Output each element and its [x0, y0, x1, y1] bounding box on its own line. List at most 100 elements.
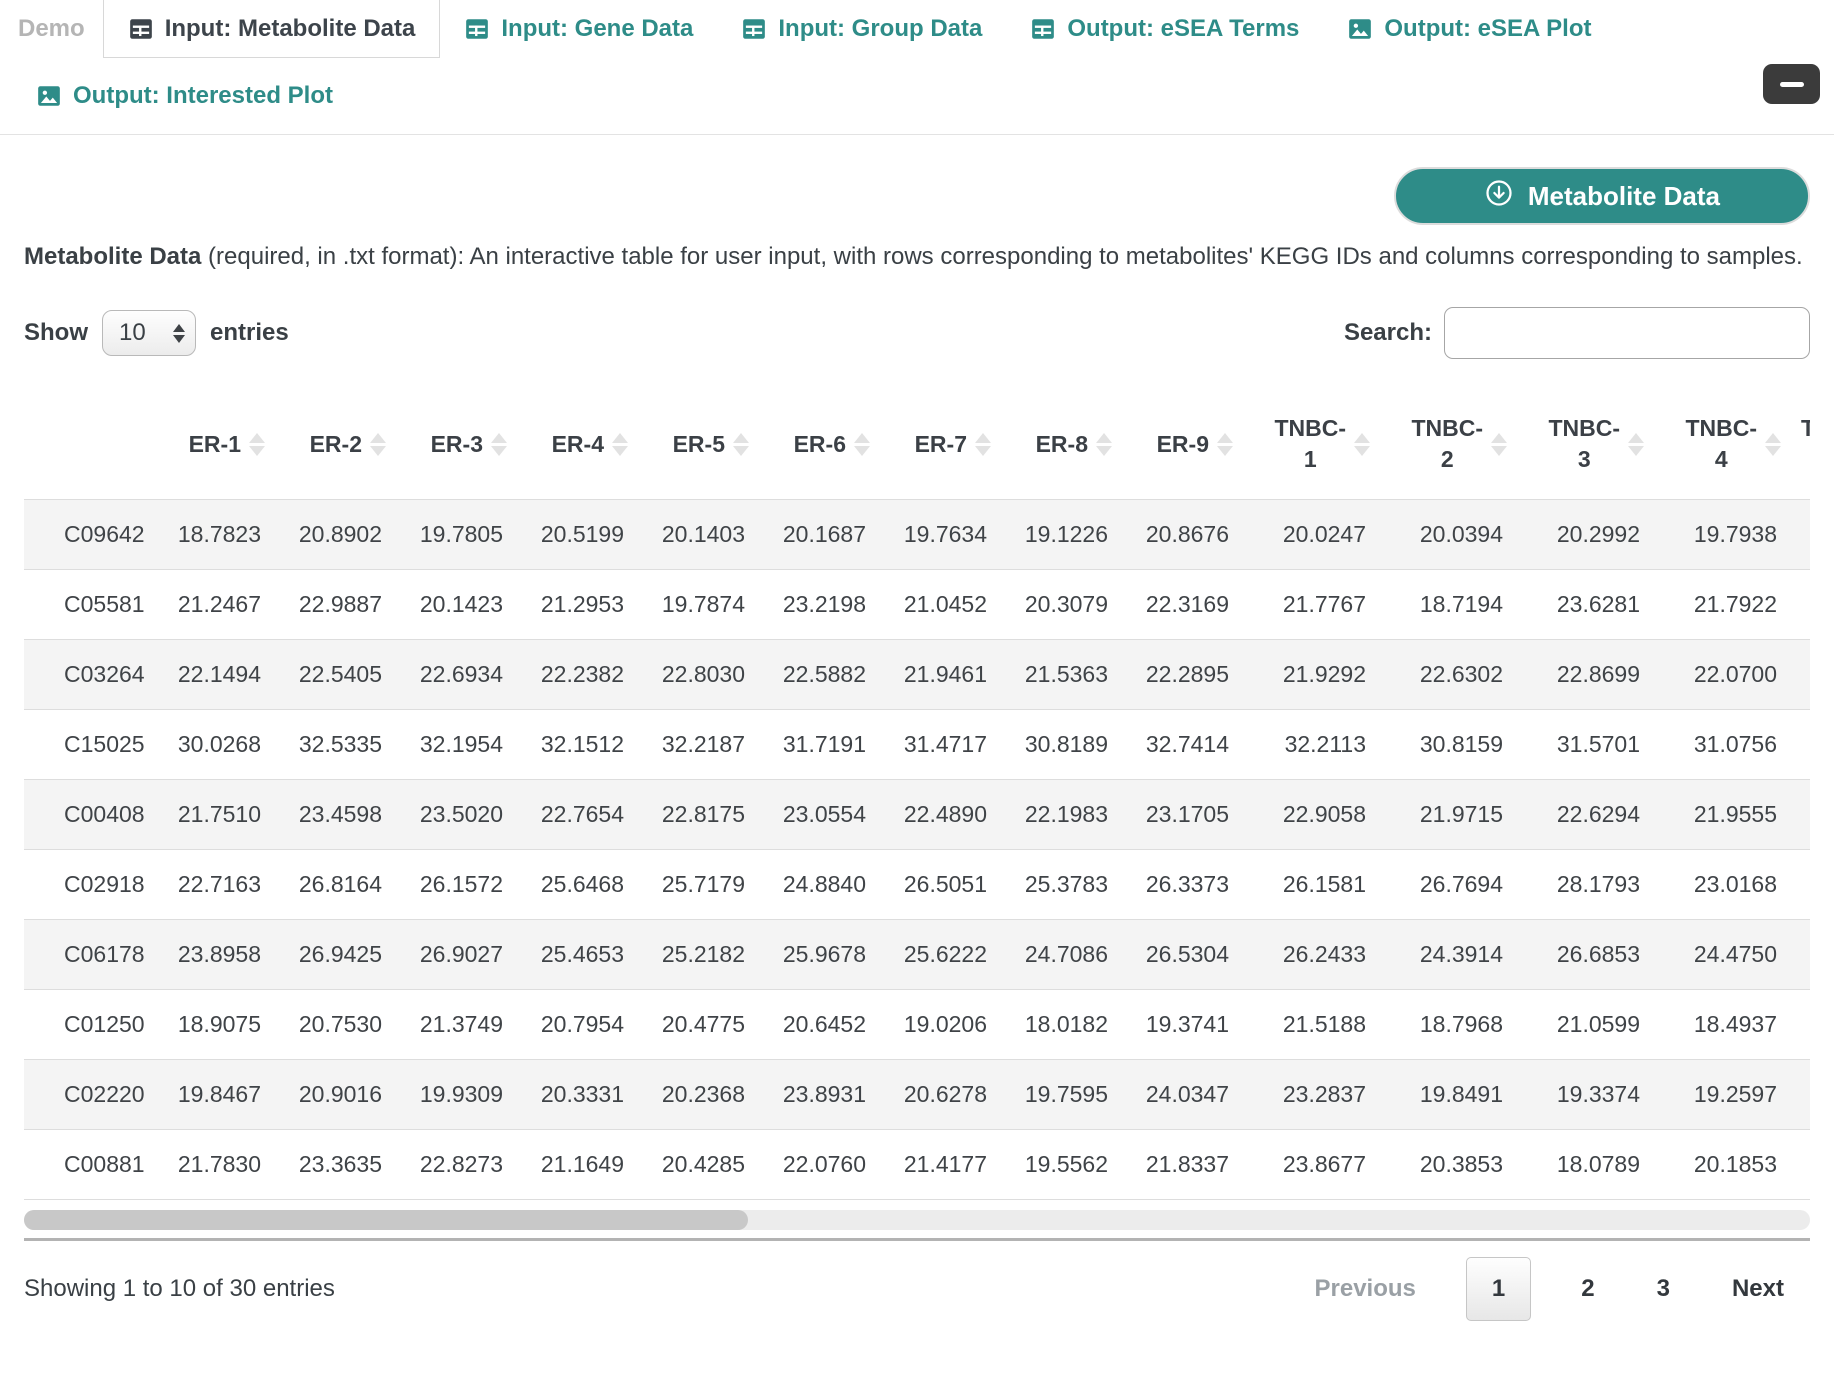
page-3-button[interactable]: 3	[1631, 1257, 1696, 1321]
data-cell: 32.2113	[1243, 710, 1380, 780]
data-cell: 24.0347	[1122, 1060, 1243, 1130]
table-footer: Showing 1 to 10 of 30 entries Previous12…	[24, 1257, 1810, 1321]
column-header-tnbc-2[interactable]: TNBC- 2	[1380, 389, 1517, 500]
column-label: ER-2	[310, 429, 362, 460]
table-icon	[128, 16, 154, 42]
search-input[interactable]	[1444, 307, 1810, 359]
column-header-er-5[interactable]: ER-5	[638, 389, 759, 500]
data-cell: 24.4750	[1654, 920, 1791, 990]
metabolite-data-download-button[interactable]: Metabolite Data	[1394, 167, 1810, 225]
column-header-er-6[interactable]: ER-6	[759, 389, 880, 500]
column-header-er-7[interactable]: ER-7	[880, 389, 1001, 500]
data-cell: 23.4598	[275, 780, 396, 850]
table-row: C0291822.716326.816426.157225.646825.717…	[24, 850, 1810, 920]
data-cell	[1791, 640, 1810, 710]
data-cell	[1791, 570, 1810, 640]
data-cell: 21.7922	[1654, 570, 1791, 640]
column-header-tnbc-1[interactable]: TNBC- 1	[1243, 389, 1380, 500]
data-cell: 26.5304	[1122, 920, 1243, 990]
row-id-cell: C01250	[24, 990, 154, 1060]
data-cell: 25.2182	[638, 920, 759, 990]
data-cell: 19.8491	[1380, 1060, 1517, 1130]
data-cell: 19.1226	[1001, 500, 1122, 570]
page-1-button[interactable]: 1	[1466, 1257, 1531, 1321]
column-label: ER-5	[673, 429, 725, 460]
data-cell: 20.8676	[1122, 500, 1243, 570]
download-circle-icon	[1484, 178, 1514, 215]
page-previous-button[interactable]: Previous	[1289, 1257, 1442, 1321]
data-cell: 21.7767	[1243, 570, 1380, 640]
sort-icon	[491, 433, 507, 456]
data-cell: 32.2187	[638, 710, 759, 780]
data-cell: 20.5199	[517, 500, 638, 570]
tab-demo: Demo	[0, 0, 103, 58]
column-header-er-1[interactable]: ER-1	[154, 389, 275, 500]
select-up-down-arrows-icon	[173, 324, 185, 343]
data-cell: 19.7874	[638, 570, 759, 640]
data-cell: 20.0394	[1380, 500, 1517, 570]
data-cell: 20.9016	[275, 1060, 396, 1130]
image-icon	[36, 83, 62, 109]
row-id-cell: C15025	[24, 710, 154, 780]
data-cell: 22.3169	[1122, 570, 1243, 640]
data-cell: 26.3373	[1122, 850, 1243, 920]
data-cell: 26.9027	[396, 920, 517, 990]
page-next-button[interactable]: Next	[1706, 1257, 1810, 1321]
column-label: TNBC- 1	[1274, 413, 1346, 475]
data-cell	[1791, 990, 1810, 1060]
data-cell: 32.1954	[396, 710, 517, 780]
data-cell	[1791, 920, 1810, 990]
data-cell: 31.4717	[880, 710, 1001, 780]
data-cell: 21.1649	[517, 1130, 638, 1200]
column-header-tnbc-5[interactable]: TNBC- 5	[1791, 389, 1810, 500]
column-header-er-3[interactable]: ER-3	[396, 389, 517, 500]
data-cell: 21.0599	[1517, 990, 1654, 1060]
data-cell	[1791, 500, 1810, 570]
page-size-select[interactable]: 10	[102, 310, 196, 356]
tab-label: Output: Interested Plot	[73, 82, 333, 110]
data-cell: 23.0168	[1654, 850, 1791, 920]
tab-output-interested-plot[interactable]: Output: Interested Plot	[12, 82, 357, 110]
tab-input-metabolite-data[interactable]: Input: Metabolite Data	[103, 0, 441, 58]
tab-input-group-data[interactable]: Input: Group Data	[717, 0, 1006, 58]
scrollbar-thumb[interactable]	[24, 1210, 748, 1230]
page-2-button[interactable]: 2	[1555, 1257, 1620, 1321]
data-cell: 18.0789	[1517, 1130, 1654, 1200]
download-button-label: Metabolite Data	[1528, 181, 1720, 212]
toolbar-row: Metabolite Data	[24, 167, 1810, 225]
data-cell: 18.4937	[1654, 990, 1791, 1060]
data-cell: 23.3635	[275, 1130, 396, 1200]
column-header-tnbc-3[interactable]: TNBC- 3	[1517, 389, 1654, 500]
data-cell: 19.2597	[1654, 1060, 1791, 1130]
tab-input-gene-data[interactable]: Input: Gene Data	[440, 0, 717, 58]
column-header-er-2[interactable]: ER-2	[275, 389, 396, 500]
column-header-er-8[interactable]: ER-8	[1001, 389, 1122, 500]
data-cell: 21.9292	[1243, 640, 1380, 710]
data-cell: 20.3853	[1380, 1130, 1517, 1200]
row-id-cell: C09642	[24, 500, 154, 570]
column-header-tnbc-4[interactable]: TNBC- 4	[1654, 389, 1791, 500]
data-cell: 20.4285	[638, 1130, 759, 1200]
data-cell: 22.0700	[1654, 640, 1791, 710]
table-row: C0558121.246722.988720.142321.295319.787…	[24, 570, 1810, 640]
table-icon	[1030, 16, 1056, 42]
tab-output-esea-terms[interactable]: Output: eSEA Terms	[1006, 0, 1323, 58]
data-cell: 22.6934	[396, 640, 517, 710]
data-cell: 23.2198	[759, 570, 880, 640]
column-header-er-9[interactable]: ER-9	[1122, 389, 1243, 500]
data-cell: 25.4653	[517, 920, 638, 990]
sort-icon	[854, 433, 870, 456]
horizontal-scrollbar[interactable]	[24, 1210, 1810, 1230]
tab-output-esea-plot[interactable]: Output: eSEA Plot	[1323, 0, 1615, 58]
column-header-er-4[interactable]: ER-4	[517, 389, 638, 500]
description-rest: (required, in .txt format): An interacti…	[201, 243, 1802, 270]
data-cell: 20.4775	[638, 990, 759, 1060]
data-cell: 20.3079	[1001, 570, 1122, 640]
table-bottom-border	[24, 1238, 1810, 1241]
metabolite-table-wrapper: ER-1 ER-2 ER-3ER-4 ER-5 ER-6ER-7ER-8ER-9 TNBC…	[24, 389, 1810, 1200]
data-cell: 26.8164	[275, 850, 396, 920]
show-label: Show	[24, 319, 88, 347]
sort-icon	[1765, 433, 1781, 456]
data-cell: 21.7510	[154, 780, 275, 850]
collapse-button[interactable]	[1763, 64, 1820, 104]
